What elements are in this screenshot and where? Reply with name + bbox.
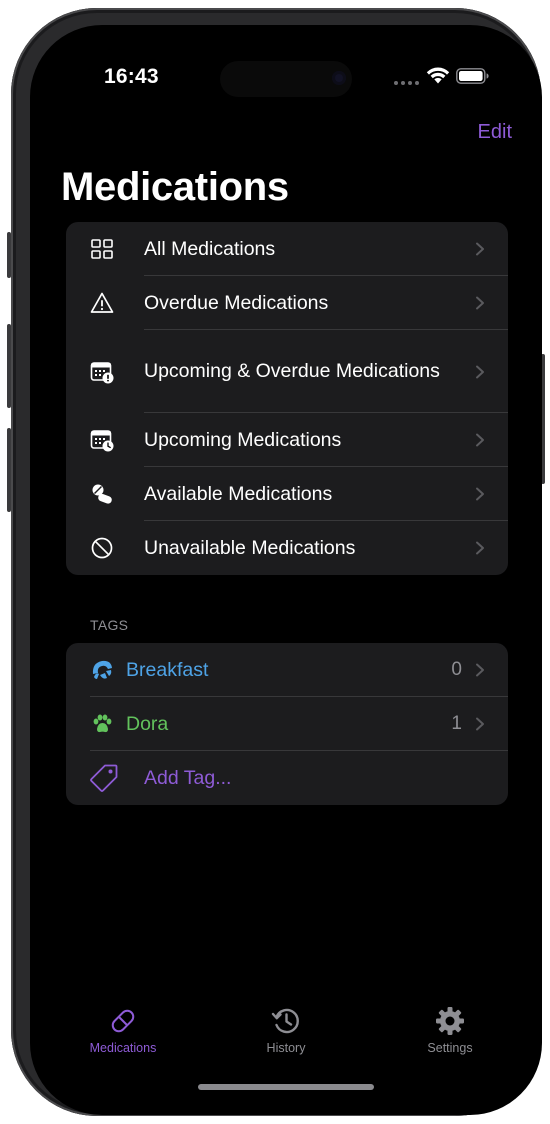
chevron-right-icon	[476, 663, 484, 677]
tag-item-dora[interactable]: Dora 1	[66, 697, 508, 751]
front-camera	[332, 71, 346, 85]
list-item-label: Overdue Medications	[144, 291, 329, 314]
tab-medications[interactable]: Medications	[68, 1005, 178, 1055]
volume-down-button	[7, 428, 11, 512]
wifi-icon	[426, 67, 450, 84]
tab-label: History	[266, 1041, 306, 1055]
warning-triangle-icon	[90, 291, 114, 315]
tag-icon	[88, 762, 120, 794]
chevron-right-icon	[476, 242, 484, 256]
tag-item-breakfast[interactable]: Breakfast 0	[66, 643, 508, 697]
chevron-right-icon	[476, 717, 484, 731]
grid-icon	[90, 237, 114, 261]
history-clock-icon	[271, 1008, 299, 1034]
tab-label: Medications	[89, 1041, 157, 1055]
medication-filters-list: All Medications Overdue Medications Upco…	[66, 222, 508, 575]
list-item-overdue-medications[interactable]: Overdue Medications	[66, 276, 508, 330]
list-item-label: Upcoming & Overdue Medications	[144, 360, 440, 382]
tab-history[interactable]: History	[231, 1005, 341, 1055]
status-time: 16:43	[104, 65, 159, 88]
list-item-label: Upcoming Medications	[144, 428, 342, 451]
tags-list: Breakfast 0 Dora 1 Add Tag...	[66, 643, 508, 805]
add-tag-button[interactable]: Add Tag...	[66, 751, 508, 805]
prohibited-icon	[90, 536, 114, 560]
dynamic-island	[220, 61, 352, 97]
list-item-all-medications[interactable]: All Medications	[66, 222, 508, 276]
calendar-clock-icon	[90, 428, 114, 452]
edit-button[interactable]: Edit	[478, 121, 512, 144]
list-item-available-medications[interactable]: Available Medications	[66, 467, 508, 521]
volume-up-button	[7, 324, 11, 408]
action-button	[7, 232, 11, 278]
croissant-icon	[90, 658, 114, 682]
chevron-right-icon	[476, 433, 484, 447]
pill-icon	[111, 1009, 135, 1033]
list-item-label: Unavailable Medications	[144, 536, 356, 559]
tag-label: Dora	[126, 712, 169, 735]
paw-icon	[90, 712, 114, 736]
tab-bar: Medications History Settings	[30, 1005, 542, 1065]
tag-count: 1	[451, 713, 462, 734]
phone-frame: 16:43 Edit Medications All Medications O…	[7, 8, 545, 1116]
list-item-label: All Medications	[144, 237, 276, 260]
chevron-right-icon	[476, 487, 484, 501]
chevron-right-icon	[476, 365, 484, 378]
add-tag-label: Add Tag...	[144, 766, 232, 789]
tab-settings[interactable]: Settings	[395, 1005, 505, 1055]
tags-section-header: TAGS	[90, 617, 129, 633]
gear-icon	[436, 1007, 464, 1035]
list-item-upcoming-and-overdue-medications[interactable]: Upcoming & Overdue Medications	[66, 330, 508, 413]
list-item-label: Available Medications	[144, 482, 333, 505]
chevron-right-icon	[476, 296, 484, 310]
list-item-upcoming-medications[interactable]: Upcoming Medications	[66, 413, 508, 467]
calendar-alert-icon	[90, 360, 114, 384]
battery-icon	[456, 68, 489, 84]
list-item-unavailable-medications[interactable]: Unavailable Medications	[66, 521, 508, 575]
chevron-right-icon	[476, 541, 484, 555]
page-title: Medications	[61, 165, 289, 209]
tab-label: Settings	[427, 1041, 473, 1055]
pills-icon	[90, 482, 114, 506]
tag-count: 0	[451, 659, 462, 680]
app-screen: 16:43 Edit Medications All Medications O…	[30, 25, 542, 1115]
cellular-signal-icon	[394, 79, 420, 85]
home-indicator	[198, 1084, 374, 1090]
tag-label: Breakfast	[126, 658, 209, 681]
